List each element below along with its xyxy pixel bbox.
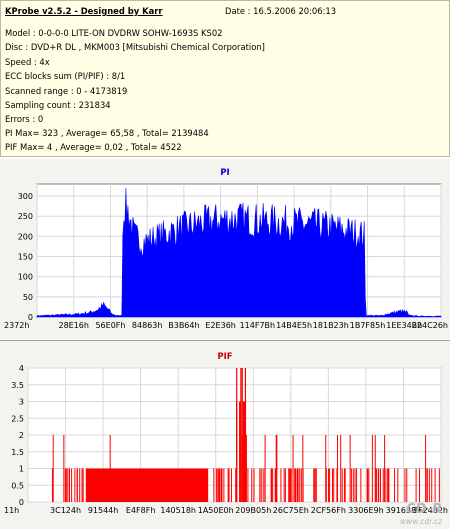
sampling-line: Sampling count : 231834 [5,100,111,110]
pi-x-tick-label: 14B4E5h [276,321,312,330]
model-line: Model : 0-0-0-0 LITE-ON DVDRW SOHW-1693S… [5,28,223,38]
pif-x-tick-label: 2CF56Fh [311,506,346,515]
pi-y-tick-label: 300 [18,192,33,201]
pif-stats-line: PIF Max= 4 , Average= 0,02 , Total= 4522 [5,142,182,152]
pi-y-tick-label: 250 [18,212,33,221]
scan-date: Date : 16.5.2006 20:06:13 [225,6,337,16]
watermark-logo-text: CD-R [406,502,442,517]
pi-y-tick-label: 50 [23,293,33,302]
pi-y-tick-label: 200 [18,232,33,241]
pif-x-tick-label: 209B05h [235,506,271,515]
ecc-line: ECC blocks sum (PI/PIF) : 8/1 [5,71,126,81]
speed-line: Speed : 4x [5,57,50,67]
pif-x-tick-label: E4F8Fh [126,506,156,515]
pif-y-tick-label: 0 [19,498,24,507]
app-title: KProbe v2.5.2 - Designed by Karr [5,6,163,16]
pi-y-tick-label: 100 [18,273,33,282]
cdr-watermark-logo: CD-R www.cdr.cz [362,502,442,526]
pif-y-tick-label: 2.5 [11,414,24,423]
pi-x-tick-label: 181B23h [313,321,349,330]
disc-line: Disc : DVD+R DL , MKM003 [Mitsubishi Che… [5,42,265,52]
pif-x-tick-label: 140518h [160,506,196,515]
pi-x-tick-label: B3B64h [168,321,199,330]
pi-x-tick-label: 224C26h [412,321,448,330]
pif-x-tick-label: 91544h [88,506,119,515]
pi-x-tick-label: 56E0Fh [95,321,125,330]
pif-x-tick-label: 3C124h [50,506,81,515]
pif-x-tick-label: 1A50E0h [198,506,234,515]
pif-y-tick-label: 3.5 [11,381,24,390]
pif-y-tick-label: 1 [19,465,24,474]
pi-chart: 0501001502002503002372h 28E16h 56E0Fh 84863… [4,183,448,330]
pi-x-tick-label: 1B7F85h [350,321,386,330]
info-panel: KProbe v2.5.2 - Designed by Karr Date : … [0,0,450,157]
errors-line: Errors : 0 [5,114,44,124]
pi-x-tick-label: 84863h [132,321,163,330]
pi-stats-line: PI Max= 323 , Average= 65,58 , Total= 21… [5,128,209,138]
pi-x-tick-label: 2372h [4,321,29,330]
pif-chart: 0 0.5 1 1.5 2 2.5 3 3.5 4 11h 3C124h 91544h E4F8Fh 14… [4,364,448,515]
pi-x-tick-label: E2E36h [205,321,235,330]
pif-y-tick-label: 4 [19,364,24,373]
pi-y-tick-label: 150 [18,253,33,262]
pif-x-tick-label: 26C75Eh [273,506,309,515]
pi-x-tick-label: 114F7Bh [240,321,276,330]
pif-y-tick-label: 3 [19,398,24,407]
watermark-url: www.cdr.cz [399,517,442,526]
pif-x-tick-label: 11h [4,506,19,515]
pif-y-tick-label: 2 [19,431,24,440]
pif-y-tick-label: 1.5 [11,448,24,457]
pi-chart-panel: PI 0 50 100 150 200 250 300 2372h 28E16h 56E0Fh 84… [0,159,450,339]
pif-chart-panel: PIF 0 0.5 1 1.5 2 2.5 3 3.5 4 11h 3C124h 91544h E4F8… [0,341,450,529]
pi-x-tick-label: 28E16h [58,321,88,330]
pif-y-tick-label: 0.5 [11,481,24,490]
range-line: Scanned range : 0 - 4173819 [5,86,128,96]
